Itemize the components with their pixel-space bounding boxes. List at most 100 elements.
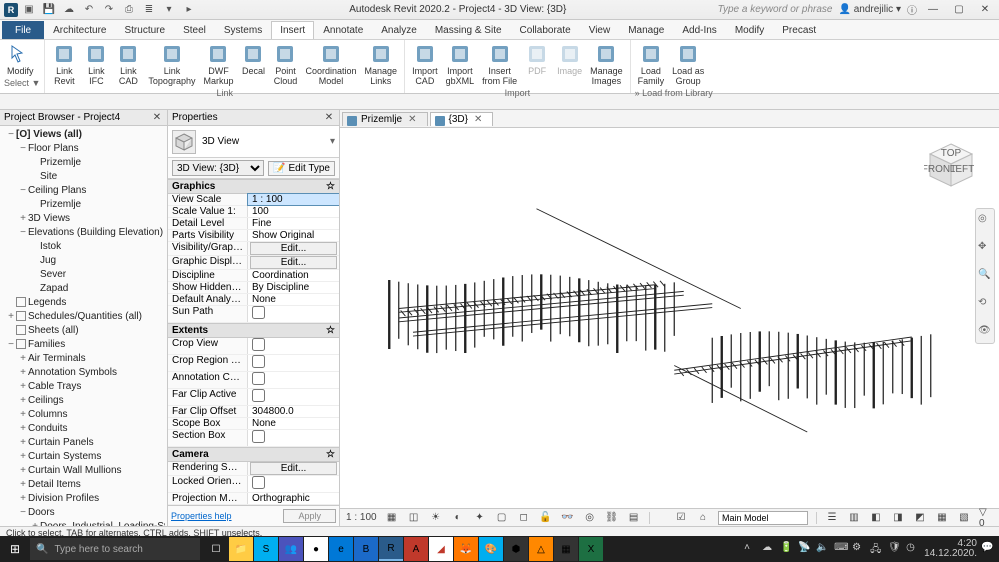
constraint-icon[interactable]: ⛓ bbox=[605, 511, 619, 525]
search-icon[interactable]: Type a keyword or phrase bbox=[718, 4, 833, 15]
prop-row[interactable]: Scope BoxNone bbox=[168, 418, 339, 430]
tree-node[interactable]: +Conduits bbox=[2, 422, 165, 436]
prop-row[interactable]: Far Clip Active bbox=[168, 389, 339, 406]
link-cad-button[interactable]: Link CAD bbox=[113, 42, 143, 87]
select-links-icon[interactable]: ☑ bbox=[674, 511, 688, 525]
import-gbxml-button[interactable]: Import gbXML bbox=[443, 42, 478, 87]
prop-row[interactable]: Rendering SettingsEdit... bbox=[168, 462, 339, 476]
zoom-icon[interactable]: 🔍 bbox=[978, 269, 992, 283]
notifications-icon[interactable]: 💬 bbox=[981, 542, 995, 556]
app-calc[interactable]: ▦ bbox=[554, 537, 578, 561]
prop-row[interactable]: Crop Region Visible bbox=[168, 355, 339, 372]
tree-node[interactable]: Prizemlje bbox=[2, 198, 165, 212]
prop-row[interactable]: Detail LevelFine bbox=[168, 218, 339, 230]
tree-node[interactable]: +Detail Items bbox=[2, 478, 165, 492]
app-revit[interactable]: R bbox=[379, 537, 403, 561]
qat-measure[interactable]: ≣ bbox=[140, 2, 158, 18]
qat-more[interactable]: ▾ bbox=[160, 2, 178, 18]
tree-node[interactable]: +Annotation Symbols bbox=[2, 366, 165, 380]
image-button[interactable]: Image bbox=[554, 42, 585, 87]
tree-node[interactable]: Jug bbox=[2, 254, 165, 268]
dwf-markup-button[interactable]: DWF Markup bbox=[200, 42, 236, 87]
ribbon-tab-collaborate[interactable]: Collaborate bbox=[511, 21, 580, 39]
ribbon-tab-insert[interactable]: Insert bbox=[271, 21, 314, 39]
properties-type[interactable]: 3D View ▾ bbox=[168, 126, 339, 158]
insert-file-button[interactable]: Insert from File bbox=[479, 42, 520, 87]
prop-row[interactable]: Sun Path bbox=[168, 306, 339, 323]
tree-node[interactable]: −Ceiling Plans bbox=[2, 184, 165, 198]
temp-hide-icon[interactable]: 👓 bbox=[561, 511, 575, 525]
ribbon-tab-precast[interactable]: Precast bbox=[773, 21, 825, 39]
qat-sync[interactable]: ☁ bbox=[60, 2, 78, 18]
scale-label[interactable]: 1 : 100 bbox=[346, 512, 377, 523]
ribbon-tab-analyze[interactable]: Analyze bbox=[372, 21, 426, 39]
prop-category[interactable]: Graphics☆ bbox=[168, 179, 339, 194]
manage-images-button[interactable]: Manage Images bbox=[587, 42, 626, 87]
tree-node[interactable]: +Curtain Systems bbox=[2, 450, 165, 464]
lock-icon[interactable]: 🔓 bbox=[539, 511, 553, 525]
app-teams[interactable]: 👥 bbox=[279, 537, 303, 561]
tree-node[interactable]: Prizemlje bbox=[2, 156, 165, 170]
ribbon-tab-file[interactable]: File bbox=[2, 21, 44, 39]
modify-button[interactable]: Modify bbox=[4, 42, 37, 77]
taskbar-clock[interactable]: 4:20 14.12.2020. bbox=[924, 539, 977, 559]
task-view-icon[interactable]: ☐ bbox=[204, 537, 228, 561]
ribbon-tab-modify[interactable]: Modify bbox=[726, 21, 773, 39]
look-icon[interactable]: 👁 bbox=[978, 325, 992, 339]
app-paint[interactable]: 🎨 bbox=[479, 537, 503, 561]
prop-row[interactable]: Parts VisibilityShow Original bbox=[168, 230, 339, 242]
edit-type-button[interactable]: 📝Edit Type bbox=[268, 161, 335, 176]
ribbon-tab-addins[interactable]: Add-Ins bbox=[673, 21, 725, 39]
app-firefox[interactable]: 🦊 bbox=[454, 537, 478, 561]
crop-icon[interactable]: ▢ bbox=[495, 511, 509, 525]
prop-row[interactable]: View Scale1 : 100 bbox=[168, 194, 339, 206]
tree-node[interactable]: +Doors_Industrial_Loading-Systems_Sectio… bbox=[2, 520, 165, 526]
tree-node[interactable]: +Curtain Panels bbox=[2, 436, 165, 450]
prop-row[interactable]: Section Box bbox=[168, 430, 339, 447]
manage-links-button[interactable]: Manage Links bbox=[362, 42, 401, 87]
qat-save[interactable]: 💾 bbox=[40, 2, 58, 18]
decal-button[interactable]: Decal bbox=[238, 42, 268, 87]
app-anydesk[interactable]: ⬢ bbox=[504, 537, 528, 561]
link-ifc-button[interactable]: Link IFC bbox=[81, 42, 111, 87]
pdf-button[interactable]: PDF bbox=[522, 42, 552, 87]
nav-bar[interactable]: ◎ ✥ 🔍 ⟲ 👁 bbox=[975, 208, 995, 344]
pan-icon[interactable]: ✥ bbox=[978, 241, 992, 255]
analytical-icon[interactable]: ▤ bbox=[627, 511, 641, 525]
qat-undo[interactable]: ↶ bbox=[80, 2, 98, 18]
tree-node[interactable]: +Columns bbox=[2, 408, 165, 422]
properties-help-link[interactable]: Properties help bbox=[171, 511, 232, 521]
tree-node[interactable]: Legends bbox=[2, 296, 165, 310]
tree-node[interactable]: +Schedules/Quantities (all) bbox=[2, 310, 165, 324]
detail-level-icon[interactable]: ▦ bbox=[385, 511, 399, 525]
app-vlc[interactable]: △ bbox=[529, 537, 553, 561]
tray-up-icon[interactable]: ˄ bbox=[744, 542, 758, 556]
tree-node[interactable]: +Division Profiles bbox=[2, 492, 165, 506]
tree-node[interactable]: +3D Views bbox=[2, 212, 165, 226]
app-skype[interactable]: S bbox=[254, 537, 278, 561]
prop-row[interactable]: Far Clip Offset304800.0 bbox=[168, 406, 339, 418]
prop-row[interactable]: Projection ModeOrthographic bbox=[168, 493, 339, 505]
sun-icon[interactable]: ☀ bbox=[429, 511, 443, 525]
ribbon-tab-systems[interactable]: Systems bbox=[215, 21, 271, 39]
load-family-button[interactable]: Load Family bbox=[635, 42, 668, 87]
point-cloud-button[interactable]: Point Cloud bbox=[270, 42, 300, 87]
tree-node[interactable]: +Ceilings bbox=[2, 394, 165, 408]
qat-redo[interactable]: ↷ bbox=[100, 2, 118, 18]
prop-row[interactable]: Graphic Display OptionsEdit... bbox=[168, 256, 339, 270]
prop-row[interactable]: Crop View bbox=[168, 338, 339, 355]
minimize-button[interactable]: — bbox=[923, 4, 943, 15]
ribbon-tab-massingsite[interactable]: Massing & Site bbox=[426, 21, 511, 39]
orbit-icon[interactable]: ⟲ bbox=[978, 297, 992, 311]
drawing-canvas[interactable]: TOP FRONT LEFT ◎ ✥ 🔍 ⟲ 👁 bbox=[340, 128, 999, 508]
sign-in[interactable]: 👤 andrejilic ▾ bbox=[838, 4, 901, 15]
visual-style-icon[interactable]: ◫ bbox=[407, 511, 421, 525]
app-explorer[interactable]: 📁 bbox=[229, 537, 253, 561]
import-cad-button[interactable]: Import CAD bbox=[409, 42, 441, 87]
tray-cloud-icon[interactable]: ☁ bbox=[762, 542, 776, 556]
shadow-icon[interactable]: ◐ bbox=[451, 511, 465, 525]
close-icon[interactable]: ✕ bbox=[151, 112, 163, 123]
property-grid[interactable]: Graphics☆View Scale1 : 100Scale Value 1:… bbox=[168, 179, 339, 505]
app-armacad[interactable]: ◢ bbox=[429, 537, 453, 561]
ribbon-tab-steel[interactable]: Steel bbox=[174, 21, 215, 39]
